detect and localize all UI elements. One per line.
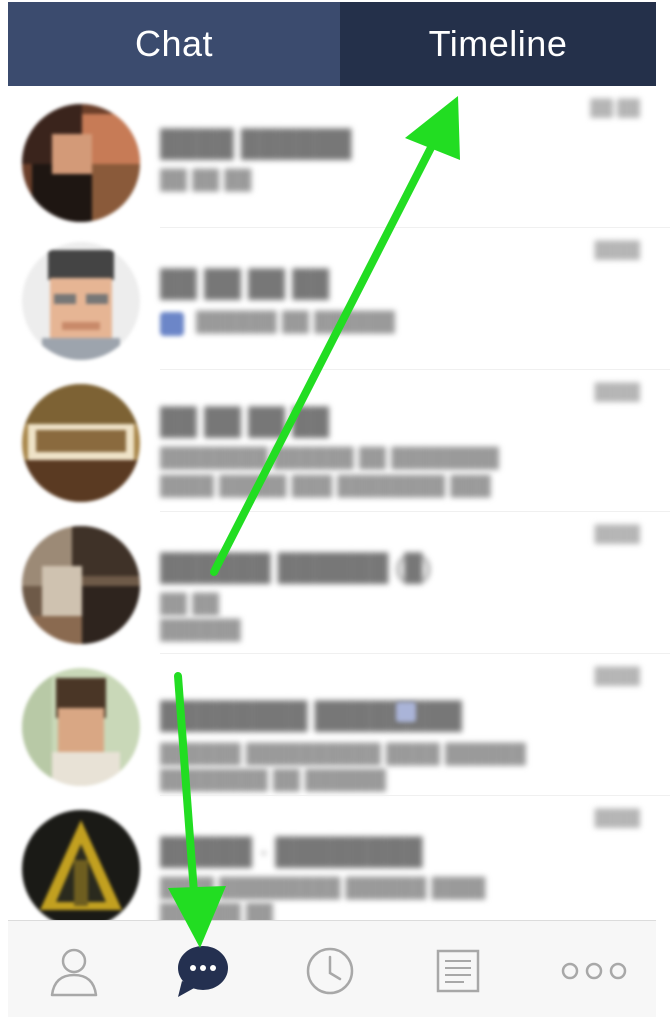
avatar	[22, 810, 140, 920]
chat-preview: ██ ██	[160, 594, 220, 615]
chat-time: ████	[594, 384, 640, 401]
avatar	[22, 104, 140, 222]
avatar	[22, 526, 140, 644]
chat-preview: ████ █████████ ██████ ████	[160, 878, 486, 899]
chat-name: ██ ██ ██ ██	[160, 268, 330, 298]
chat-name: ████████ ████████	[160, 700, 462, 730]
chat-time: ████	[594, 242, 640, 259]
chat-list: ████ ██████ ██ ██ ██ ██:██ ██ ██ ██ ██ █…	[0, 86, 670, 920]
chat-name: █████ · ████████	[160, 836, 423, 866]
screen: Chat Timeline ████ ██████ ██ ██ ██ ██:██	[0, 0, 670, 1024]
chat-list-item[interactable]: ████ ██████ ██ ██ ██ ██:██	[0, 86, 670, 228]
news-tab[interactable]	[426, 939, 490, 1003]
bottom-tab-bar	[8, 920, 656, 1017]
avatar	[22, 668, 140, 786]
chat-preview: ████████ ██████ ██ ████████	[160, 448, 499, 469]
chat-time: ████	[594, 526, 640, 543]
chat-name: ██████ ██████ (█)	[160, 552, 432, 582]
avatar	[22, 242, 140, 360]
call-icon	[160, 312, 184, 336]
chat-list-item[interactable]: █████ · ████████ ████ █████████ ██████ █…	[0, 796, 670, 920]
chat-list-item[interactable]: ██ ██ ██ ██ ██████ ██ ██████ ████	[0, 228, 670, 370]
chat-preview-line2: ████████ ██ ██████	[160, 770, 386, 791]
chat-time: ████	[594, 668, 640, 685]
chat-list-item[interactable]: ████████ ████████ ██████ ██████████ ████…	[0, 654, 670, 796]
chat-preview-line2: ██████ ██	[160, 904, 273, 920]
chat-list-item[interactable]: ██████ ██████ (█) ██ ██ ██████ ████	[0, 512, 670, 654]
tab-timeline-label: Timeline	[428, 23, 568, 64]
chat-preview: ██ ██ ██	[160, 170, 252, 191]
chat-name: ██ ██ ██ ██	[160, 406, 330, 436]
friends-icon	[50, 948, 98, 997]
header-tabs: Chat Timeline	[8, 2, 656, 86]
chat-name: ████ ██████	[160, 128, 352, 158]
chat-preview: ██████ ██ ██████	[196, 312, 396, 333]
chat-time: ████	[594, 810, 640, 827]
chat-preview-line2: ██████	[160, 620, 241, 641]
friends-tab[interactable]	[42, 939, 106, 1003]
clock-icon	[306, 947, 354, 995]
tab-chat[interactable]: Chat	[8, 2, 340, 86]
avatar	[22, 384, 140, 502]
chats-tab[interactable]	[170, 939, 234, 1003]
more-icon	[561, 962, 627, 980]
chat-list-item[interactable]: ██ ██ ██ ██ ████████ ██████ ██ ████████ …	[0, 370, 670, 512]
news-icon	[436, 949, 480, 993]
timeline-tab[interactable]	[298, 939, 362, 1003]
chat-preview-line2: ████ █████ ███ ████████ ███	[160, 476, 491, 497]
chat-time: ██:██	[590, 100, 640, 117]
chat-bubble-icon	[178, 946, 228, 997]
more-tab[interactable]	[554, 939, 634, 1003]
chat-preview: ██████ ██████████ ████ ██████	[160, 744, 526, 765]
tab-timeline[interactable]: Timeline	[340, 2, 656, 86]
status-icon	[396, 702, 416, 722]
tab-chat-label: Chat	[134, 23, 214, 64]
